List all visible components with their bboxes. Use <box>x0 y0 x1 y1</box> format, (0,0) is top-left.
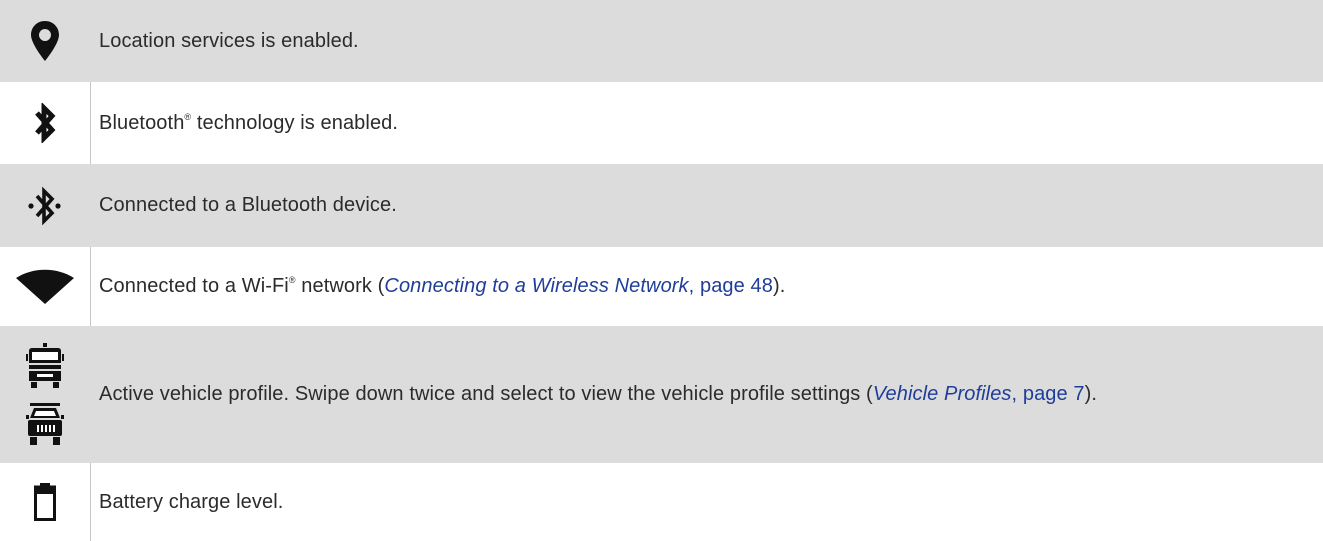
row-description: Location services is enabled. <box>99 29 359 52</box>
row-description: Battery charge level. <box>99 490 284 513</box>
page-reference-link[interactable]: , page 7 <box>1012 383 1085 405</box>
column-divider <box>90 463 91 541</box>
table-row: Active vehicle profile. Swipe down twice… <box>0 326 1323 463</box>
text-suffix: ). <box>772 275 786 297</box>
row-description: Bluetooth® technology is enabled. <box>99 82 1303 164</box>
suv-icon <box>26 402 64 445</box>
status-icon-table: Location services is enabled. Bluetooth®… <box>0 0 1323 541</box>
text-suffix: technology is enabled. <box>191 111 399 134</box>
text-prefix: Active vehicle profile. Swipe down twice… <box>99 383 873 405</box>
table-row: Bluetooth® technology is enabled. <box>0 82 1323 164</box>
bluetooth-connected-icon <box>0 164 90 247</box>
page-reference-link[interactable]: , page 48 <box>689 275 773 297</box>
column-divider <box>90 82 91 164</box>
text-middle: network ( <box>295 275 385 297</box>
vehicle-profile-icons <box>0 326 90 463</box>
table-row: Connected to a Wi-Fi® network (Connectin… <box>0 247 1323 326</box>
table-row: Location services is enabled. <box>0 0 1323 82</box>
column-divider <box>90 247 91 326</box>
row-description: Connected to a Bluetooth device. <box>99 194 397 216</box>
row-description: Active vehicle profile. Swipe down twice… <box>99 326 1303 463</box>
registered-mark: ® <box>288 275 296 285</box>
cross-reference-link[interactable]: Connecting to a Wireless Network <box>384 275 688 297</box>
truck-icon <box>26 342 64 388</box>
cross-reference-link[interactable]: Vehicle Profiles <box>873 383 1012 405</box>
wifi-icon <box>0 247 90 326</box>
row-description: Connected to a Wi-Fi® network (Connectin… <box>99 247 1303 326</box>
table-row: Connected to a Bluetooth device. <box>0 164 1323 247</box>
battery-icon <box>0 463 90 541</box>
text-prefix: Bluetooth <box>99 111 185 134</box>
location-pin-icon <box>0 0 90 82</box>
text-suffix: ). <box>1084 383 1098 405</box>
table-row: Battery charge level. <box>0 463 1323 541</box>
bluetooth-icon <box>0 82 90 164</box>
text-prefix: Connected to a Wi-Fi <box>99 275 289 297</box>
